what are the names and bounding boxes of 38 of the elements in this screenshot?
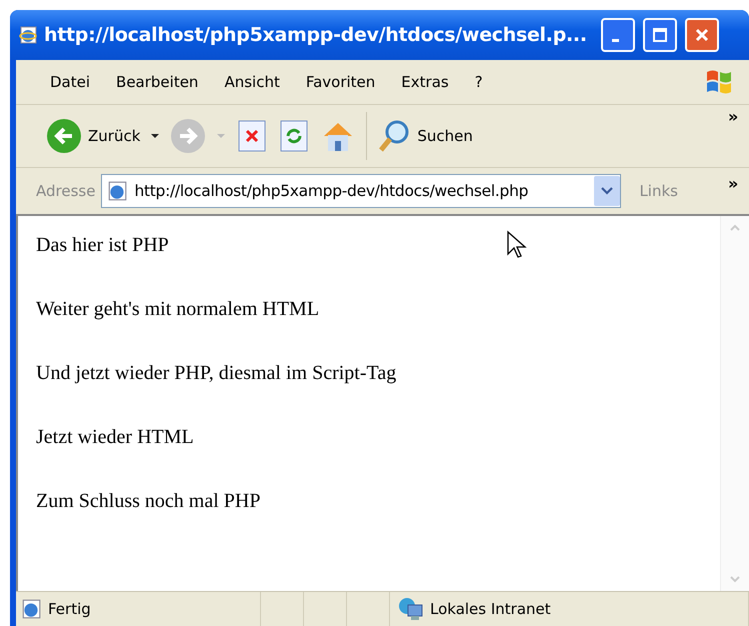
minimize-button[interactable] <box>600 18 635 52</box>
window-title: http://localhost/php5xampp-dev/htdocs/wechsel.p... <box>44 24 587 46</box>
menu-item[interactable]: Ansicht <box>224 73 280 91</box>
stop-icon[interactable] <box>236 119 268 153</box>
refresh-icon[interactable] <box>278 119 310 153</box>
zone-text: Lokales Intranet <box>430 600 551 618</box>
menu-item[interactable]: Favoriten <box>306 73 376 91</box>
caret-icon <box>601 186 614 196</box>
close-button[interactable] <box>684 18 719 52</box>
paragraph: Zum Schluss noch mal PHP <box>36 489 260 514</box>
menu-item[interactable]: Datei <box>50 73 90 91</box>
paragraph: Jetzt wieder HTML <box>36 425 194 450</box>
network-icon <box>398 597 424 621</box>
browser-icon <box>18 25 38 45</box>
chevron-icon[interactable]: » <box>728 174 738 193</box>
search-button[interactable]: Suchen <box>377 118 473 154</box>
page-icon <box>20 598 42 620</box>
menu-item[interactable]: Extras <box>401 73 449 91</box>
chevron-icon[interactable]: » <box>728 107 738 126</box>
paragraph: Und jetzt wieder PHP, diesmal im Script-Tag <box>36 361 396 386</box>
address-field[interactable]: http://localhost/php5xampp-dev/htdocs/wechsel.php <box>101 174 622 208</box>
dropdown-caret-icon[interactable] <box>150 132 160 140</box>
search-icon <box>377 118 412 154</box>
back-button[interactable]: Zurück <box>46 118 140 154</box>
paragraph: Das hier ist PHP <box>36 233 169 258</box>
mouse-cursor-icon <box>506 230 528 260</box>
dropdown-button[interactable] <box>594 176 620 206</box>
paragraph: Weiter geht's mit normalem HTML <box>36 297 320 322</box>
address-label: Adresse <box>36 182 96 200</box>
minimize-icon <box>612 38 620 42</box>
page-icon <box>106 180 128 202</box>
maximize-button[interactable] <box>642 18 677 52</box>
menu-item[interactable]: ? <box>474 73 483 91</box>
maximize-icon <box>652 27 668 43</box>
close-icon <box>694 27 710 43</box>
status-text: Fertig <box>48 600 91 618</box>
windows-logo-icon <box>704 68 734 96</box>
menu-item[interactable]: Bearbeiten <box>116 73 198 91</box>
